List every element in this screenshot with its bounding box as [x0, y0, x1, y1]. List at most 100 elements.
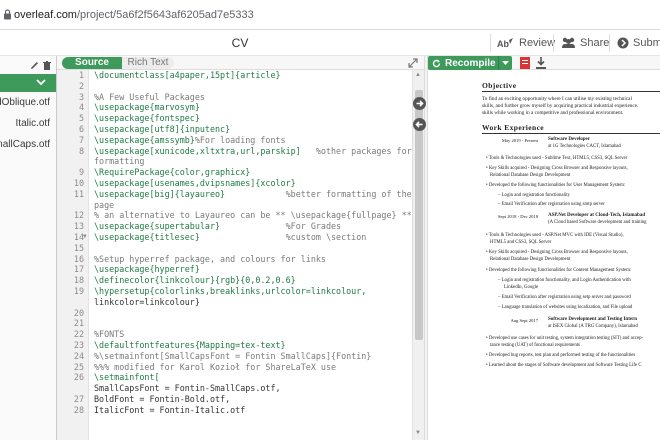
arrow-right-icon	[416, 100, 424, 107]
line-text: %A Few Useful Packages	[94, 92, 205, 103]
chevron-down-icon	[36, 79, 46, 86]
code-token: %Setup hyperref package, and colours for…	[94, 253, 326, 264]
code-line[interactable]: 3 %A Few Useful Packages	[57, 92, 412, 103]
code-token: \usepackage{supertabular}	[94, 221, 221, 232]
code-token: ItalicFont = Fontin-Italic.otf	[94, 404, 246, 415]
code-editor[interactable]: 1 \documentclass[a4paper,15pt]{article} 2 3…	[57, 70, 412, 440]
line-text: page	[94, 200, 114, 211]
review-icon: Ab	[497, 38, 513, 49]
line-text: \usepackage{amssymb}%For loading fonts	[94, 135, 286, 146]
line-text: %\setmainfont[SmallCapsFont = Fontin Sma…	[94, 351, 371, 362]
editor-header: Source Rich Text	[57, 56, 424, 70]
work-experience-heading: Work Experience	[482, 123, 545, 132]
code-line[interactable]: 13 \usepackage{supertabular} %For Grades	[57, 221, 412, 232]
code-line[interactable]: 10 \usepackage[usenames,dvipsnames]{xcolo…	[57, 178, 412, 189]
line-number: 11	[73, 188, 84, 199]
code-line[interactable]: 17 \usepackage{hyperref}	[57, 264, 412, 275]
code-line[interactable]: 7 \usepackage{amssymb}%For loading fonts	[57, 135, 412, 146]
code-line[interactable]: 18 \definecolor{linkcolour}{rgb}{0,0.2,0.…	[57, 275, 412, 286]
code-line[interactable]: 8 \usepackage[xunicode,xltxtra,url,parski…	[57, 146, 412, 157]
sync-to-pdf-button[interactable]	[413, 97, 426, 110]
fold-toggle-icon[interactable]: ▼	[83, 232, 87, 243]
share-people-icon	[562, 37, 575, 48]
line-text: SmallCapsFont = Fontin-SmallCaps.otf,	[94, 383, 281, 394]
line-text: \RequirePackage{color,graphicx}	[94, 167, 250, 178]
code-token: page	[94, 199, 115, 210]
code-line[interactable]: 20	[57, 308, 412, 319]
code-token: \usepackage[big]{layaureo}	[94, 188, 226, 199]
expand-arrows-icon[interactable]	[408, 58, 418, 68]
line-number: 6	[78, 123, 84, 134]
review-button[interactable]: Ab Review	[497, 30, 555, 56]
code-line[interactable]: 11 \usepackage[big]{layaureo} %better for…	[57, 189, 412, 200]
code-line[interactable]: 25 %%% modified for Karol Kozioł for Shar…	[57, 362, 412, 373]
code-line[interactable]: 6 \usepackage[utf8]{inputenc}	[57, 124, 412, 135]
share-button[interactable]: Share	[561, 30, 609, 56]
submit-button[interactable]: Submit	[617, 30, 660, 56]
recompile-options-dropdown[interactable]	[498, 56, 512, 70]
arrow-left-icon	[415, 121, 423, 128]
code-line[interactable]: 19 \hypersetup{colorlinks,breaklinks,urlc…	[57, 286, 412, 297]
code-line[interactable]: 28 ItalicFont = Fontin-Italic.otf	[57, 405, 412, 416]
job-bullet: • Tools & Technologies used - ASP.Net MV…	[486, 233, 624, 238]
pdf-preview[interactable]: Objective To find an exciting opportunit…	[428, 70, 660, 440]
job-bullet-cont: Relational Database Design Development	[490, 257, 571, 262]
address-url[interactable]: overleaf.com/project/5a6f2f5643af6205ad7…	[14, 9, 254, 21]
recompile-button[interactable]: Recompile	[428, 56, 512, 70]
logs-icon[interactable]	[520, 57, 530, 69]
code-token: \setmainfont[	[94, 372, 160, 383]
project-title[interactable]: CV	[0, 36, 480, 50]
file-tree-folder-selected[interactable]	[0, 74, 56, 92]
code-line[interactable]: SmallCapsFont = Fontin-SmallCaps.otf,	[57, 383, 412, 394]
code-line[interactable]: 4 \usepackage{marvosym}	[57, 102, 412, 113]
code-token: linkcolor=linkcolour}	[94, 296, 200, 307]
code-line[interactable]: 5 \usepackage{fontspec}	[57, 113, 412, 124]
line-text: \hypersetup{colorlinks,breaklinks,urlcol…	[94, 286, 366, 297]
code-line[interactable]: 15	[57, 243, 412, 254]
scroll-up-arrow-icon[interactable]: ▲	[415, 72, 421, 78]
file-tree-item[interactable]: SmallCaps.otf	[0, 134, 56, 155]
line-text: \usepackage[big]{layaureo} %better forma…	[94, 189, 412, 200]
toolbar-divider	[553, 34, 554, 52]
refresh-icon	[432, 59, 441, 67]
browser-address-bar[interactable]: overleaf.com/project/5a6f2f5643af6205ad7…	[0, 0, 660, 30]
job-bullet: • Key Skills acquired - Designing Cross …	[486, 166, 628, 171]
code-line[interactable]: 26 \setmainfont[	[57, 372, 412, 383]
code-line[interactable]: 12 % an alternative to Layaureo can be **…	[57, 210, 412, 221]
delete-trash-icon[interactable]	[43, 60, 51, 70]
line-number: 3	[78, 91, 84, 102]
edit-pencil-icon[interactable]	[30, 61, 39, 70]
code-line[interactable]: page	[57, 200, 412, 211]
line-text: \definecolor{linkcolour}{rgb}{0,0.2,0.6}	[94, 275, 296, 286]
line-number: 12	[73, 210, 84, 221]
code-line[interactable]: 16 %Setup hyperref package, and colours f…	[57, 254, 412, 265]
line-text: \usepackage{hyperref}	[94, 264, 200, 275]
code-line[interactable]: 2	[57, 81, 412, 92]
code-token: \defaultfontfeatures{Mapping=tex-text}	[94, 339, 286, 350]
line-number: 10	[73, 177, 84, 188]
download-pdf-icon[interactable]	[536, 57, 546, 69]
job-company: (A Cloud based Software development and …	[548, 220, 647, 225]
file-tree-item[interactable]: BoldOblique.otf	[0, 92, 56, 113]
objective-heading: Objective	[482, 81, 517, 90]
job-sub-bullet: – Email Verification after registration …	[498, 202, 605, 207]
code-line[interactable]: 21	[57, 318, 412, 329]
scroll-down-arrow-icon[interactable]: ▼	[415, 430, 421, 436]
job-bullet-cont: Relational Database Design Development	[490, 173, 571, 178]
code-line[interactable]: formatting	[57, 156, 412, 167]
code-line[interactable]: linkcolor=linkcolour}	[57, 297, 412, 308]
code-line[interactable]: 9 \RequirePackage{color,graphicx}	[57, 167, 412, 178]
rich-text-mode-tab[interactable]: Rich Text	[122, 57, 174, 69]
line-number: 20	[73, 307, 84, 318]
source-mode-tab[interactable]: Source	[62, 57, 122, 69]
code-line[interactable]: 23 \defaultfontfeatures{Mapping=tex-text}	[57, 340, 412, 351]
file-tree-item[interactable]: Italic.otf	[0, 113, 56, 134]
code-line[interactable]: 27 BoldFont = Fontin-Bold.otf,	[57, 394, 412, 405]
code-line[interactable]: 24 %\setmainfont[SmallCapsFont = Fontin S…	[57, 351, 412, 362]
code-line[interactable]: 14 ▼ \usepackage{titlesec} %custom \sectio…	[57, 232, 412, 243]
sync-to-code-button[interactable]	[413, 118, 426, 131]
line-number: 26	[73, 372, 84, 383]
code-line[interactable]: 1 \documentclass[a4paper,15pt]{article}	[57, 70, 412, 81]
line-number: 18	[73, 275, 84, 286]
code-line[interactable]: 22 %FONTS	[57, 329, 412, 340]
